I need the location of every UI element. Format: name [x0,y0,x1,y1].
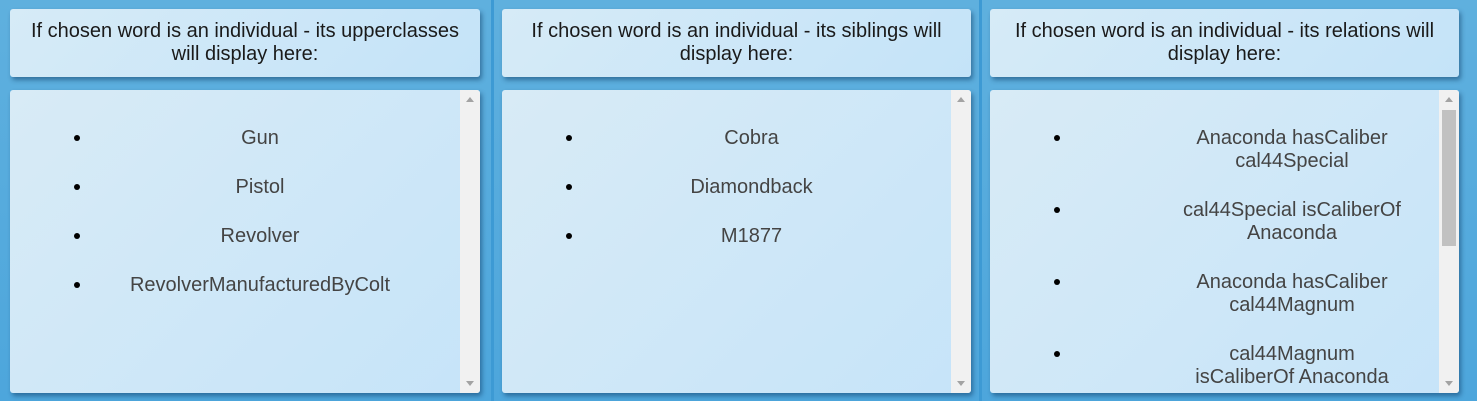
list-item[interactable]: cal44Magnum isCaliberOf Anaconda [990,343,1439,389]
list-item[interactable]: RevolverManufacturedByColt [10,274,460,297]
column-divider [979,0,982,401]
siblings-list: Cobra Diamondback M1877 [502,90,951,393]
scroll-up-arrow-icon[interactable] [957,97,965,102]
bullet-icon [566,233,572,239]
scroll-down-arrow-icon[interactable] [466,381,474,386]
siblings-list-panel[interactable]: Cobra Diamondback M1877 [502,90,971,393]
upperclasses-header: If chosen word is an individual - its up… [10,9,480,77]
relations-header-text: If chosen word is an individual - its re… [1014,20,1435,65]
bullet-icon [74,184,80,190]
relations-scrollbar[interactable] [1439,90,1459,393]
bullet-icon [74,233,80,239]
list-item[interactable]: Pistol [10,176,460,199]
upperclasses-list: Gun Pistol Revolver RevolverManufactured… [10,90,460,393]
list-item[interactable]: Cobra [502,127,951,150]
bullet-icon [1054,135,1060,141]
relations-header: If chosen word is an individual - its re… [990,9,1459,77]
bullet-icon [566,184,572,190]
list-item[interactable]: Anaconda hasCaliber cal44Special [990,127,1439,173]
scroll-down-arrow-icon[interactable] [1445,381,1453,386]
list-item[interactable]: Diamondback [502,176,951,199]
list-item[interactable]: Anaconda hasCaliber cal44Magnum [990,271,1439,317]
bullet-icon [74,282,80,288]
bullet-icon [1054,279,1060,285]
list-item[interactable]: M1877 [502,225,951,248]
upperclasses-header-text: If chosen word is an individual - its up… [31,20,459,65]
bullet-icon [74,135,80,141]
list-item[interactable]: Gun [10,127,460,150]
column-divider [491,0,494,401]
bullet-icon [1054,351,1060,357]
relations-list: Anaconda hasCaliber cal44Special cal44Sp… [990,90,1439,393]
siblings-scrollbar[interactable] [951,90,971,393]
upperclasses-list-panel[interactable]: Gun Pistol Revolver RevolverManufactured… [10,90,480,393]
upperclasses-scrollbar[interactable] [460,90,480,393]
list-item[interactable]: cal44Special isCaliberOf Anaconda [990,199,1439,245]
scroll-down-arrow-icon[interactable] [957,381,965,386]
list-item[interactable]: Revolver [10,225,460,248]
siblings-header: If chosen word is an individual - its si… [502,9,971,77]
siblings-header-text: If chosen word is an individual - its si… [531,20,942,65]
relations-list-panel[interactable]: Anaconda hasCaliber cal44Special cal44Sp… [990,90,1459,393]
scroll-up-arrow-icon[interactable] [1445,97,1453,102]
scroll-up-arrow-icon[interactable] [466,97,474,102]
bullet-icon [566,135,572,141]
bullet-icon [1054,207,1060,213]
scroll-thumb[interactable] [1442,110,1456,246]
